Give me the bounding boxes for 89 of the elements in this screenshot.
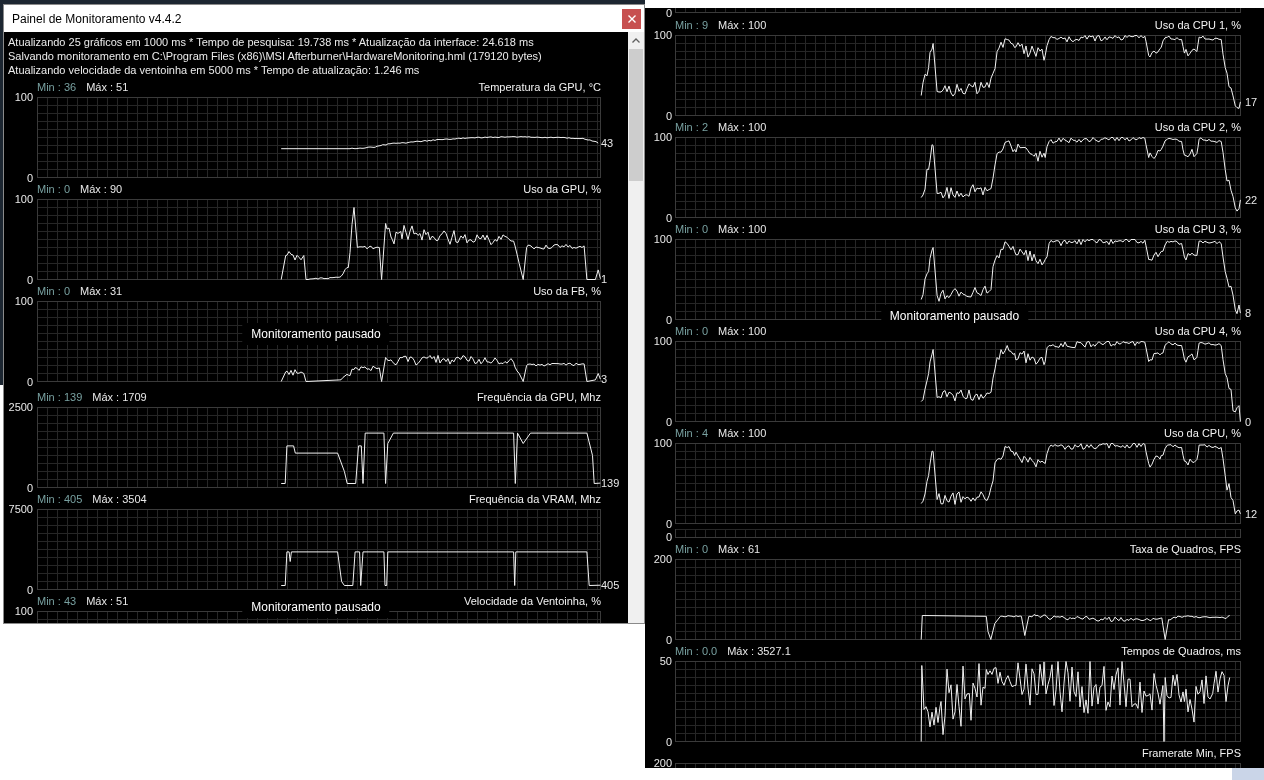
graph-title: Uso da CPU 3, %	[1154, 223, 1241, 235]
chevron-up-icon	[632, 38, 640, 43]
axis-label: 0	[26, 376, 33, 388]
axis-label: 100	[14, 605, 33, 617]
axis-label: 0	[665, 416, 672, 428]
close-button[interactable]	[622, 8, 641, 29]
current-value: 22	[1245, 193, 1258, 206]
axis-label: 100	[653, 335, 672, 347]
max-label: Máx : 90	[80, 183, 123, 195]
corner-tile	[1232, 768, 1264, 780]
current-value: 1	[601, 272, 608, 285]
current-value: 3	[601, 373, 608, 386]
current-value: 12	[1245, 507, 1258, 520]
axis-label: 0	[665, 518, 672, 530]
min-label: Min : 405	[37, 493, 83, 505]
graph-title: Uso da CPU 2, %	[1154, 121, 1241, 133]
axis-label: 0	[26, 274, 33, 286]
axis-label: 100	[14, 295, 33, 307]
graph-title: Uso da CPU 4, %	[1154, 325, 1241, 337]
axis-label: 0	[26, 584, 33, 596]
axis-label: 0	[26, 172, 33, 184]
max-label: Máx : 51	[86, 595, 129, 607]
status-line: Atualizando 25 gráficos em 1000 ms * Tempo de pesquisa: 19.738 ms * Atualização da interface: 24.618 ms	[8, 35, 535, 49]
min-label: Min : 4	[675, 427, 708, 439]
axis-label: 100	[653, 233, 672, 245]
max-label: Máx : 100	[718, 19, 767, 31]
status-notice: Monitoramento pausado	[242, 323, 390, 345]
max-label: Máx : 51	[86, 81, 129, 93]
axis-label: 0	[665, 110, 672, 122]
min-label: Min : 0	[675, 325, 708, 337]
axis-label: 50	[659, 655, 672, 667]
axis-label: 0	[665, 314, 672, 326]
current-value: 43	[601, 137, 614, 150]
scrollbar-thumb[interactable]	[629, 49, 643, 181]
current-value: 139	[601, 477, 620, 490]
max-label: Máx : 31	[80, 285, 123, 297]
close-icon	[627, 14, 636, 23]
axis-label: 100	[653, 437, 672, 449]
axis-label: 0	[665, 8, 672, 19]
axis-label: 0	[26, 482, 33, 494]
max-label: Máx : 3527.1	[727, 645, 791, 657]
min-label: Min : 0.0	[675, 645, 718, 657]
graph-title: Tempos de Quadros, ms	[1121, 645, 1241, 657]
min-label: Min : 43	[37, 595, 77, 607]
scrollbar[interactable]	[628, 32, 644, 623]
axis-label: 0	[665, 736, 672, 748]
graph-title: Uso da GPU, %	[523, 183, 601, 195]
current-value: 8	[1245, 307, 1252, 320]
axis-label: 100	[14, 91, 33, 103]
min-label: Min : 0	[37, 183, 70, 195]
graph-title: Temperatura da GPU, °C	[478, 81, 601, 93]
max-label: Máx : 1709	[92, 391, 147, 403]
min-label: Min : 0	[675, 223, 708, 235]
min-label: Min : 9	[675, 19, 708, 31]
status-line: Salvando monitoramento em C:\Program Files (x86)\MSI Afterburner\HardwareMonitoring.hml (179120 bytes)	[8, 49, 543, 63]
min-label: Min : 0	[37, 285, 70, 297]
max-label: Máx : 61	[718, 543, 761, 555]
graph-title: Framerate Min, FPS	[1141, 747, 1241, 759]
graph-title: Velocidade da Ventoinha, %	[464, 595, 601, 607]
axis-label: 2500	[8, 401, 33, 413]
max-label: Máx : 3504	[92, 493, 147, 505]
axis-label: 100	[653, 131, 672, 143]
axis-label: 100	[653, 29, 672, 41]
max-label: Máx : 100	[718, 325, 767, 337]
axis-label: 0	[665, 532, 672, 543]
status-line: Atualizando velocidade da ventoinha em 5000 ms * Tempo de atualização: 1.246 ms	[8, 63, 421, 77]
current-value: 405	[601, 579, 620, 592]
max-label: Máx : 100	[718, 427, 767, 439]
current-value: 0	[1245, 415, 1252, 428]
window-title: Painel de Monitoramento v4.4.2	[12, 10, 182, 28]
min-label: Min : 36	[37, 81, 77, 93]
graph-title: Uso da CPU 1, %	[1154, 19, 1241, 31]
axis-label: 0	[665, 212, 672, 224]
max-label: Máx : 100	[718, 223, 767, 235]
axis-label: 200	[653, 553, 672, 565]
max-label: Máx : 100	[718, 121, 767, 133]
axis-label: 0	[665, 634, 672, 646]
min-label: Min : 2	[675, 121, 708, 133]
min-label: Min : 139	[37, 391, 83, 403]
min-label: Min : 0	[675, 543, 708, 555]
graph-title: Frequência da VRAM, Mhz	[468, 493, 601, 505]
graph-title: Uso da FB, %	[533, 285, 601, 297]
graph-title: Uso da CPU, %	[1163, 427, 1241, 439]
axis-label: 7500	[8, 503, 33, 515]
axis-label: 100	[14, 193, 33, 205]
current-value: 17	[1245, 95, 1258, 108]
graph-title: Taxa de Quadros, FPS	[1129, 543, 1241, 555]
graph-title: Frequência da GPU, Mhz	[476, 391, 601, 403]
axis-label: 200	[653, 757, 672, 768]
